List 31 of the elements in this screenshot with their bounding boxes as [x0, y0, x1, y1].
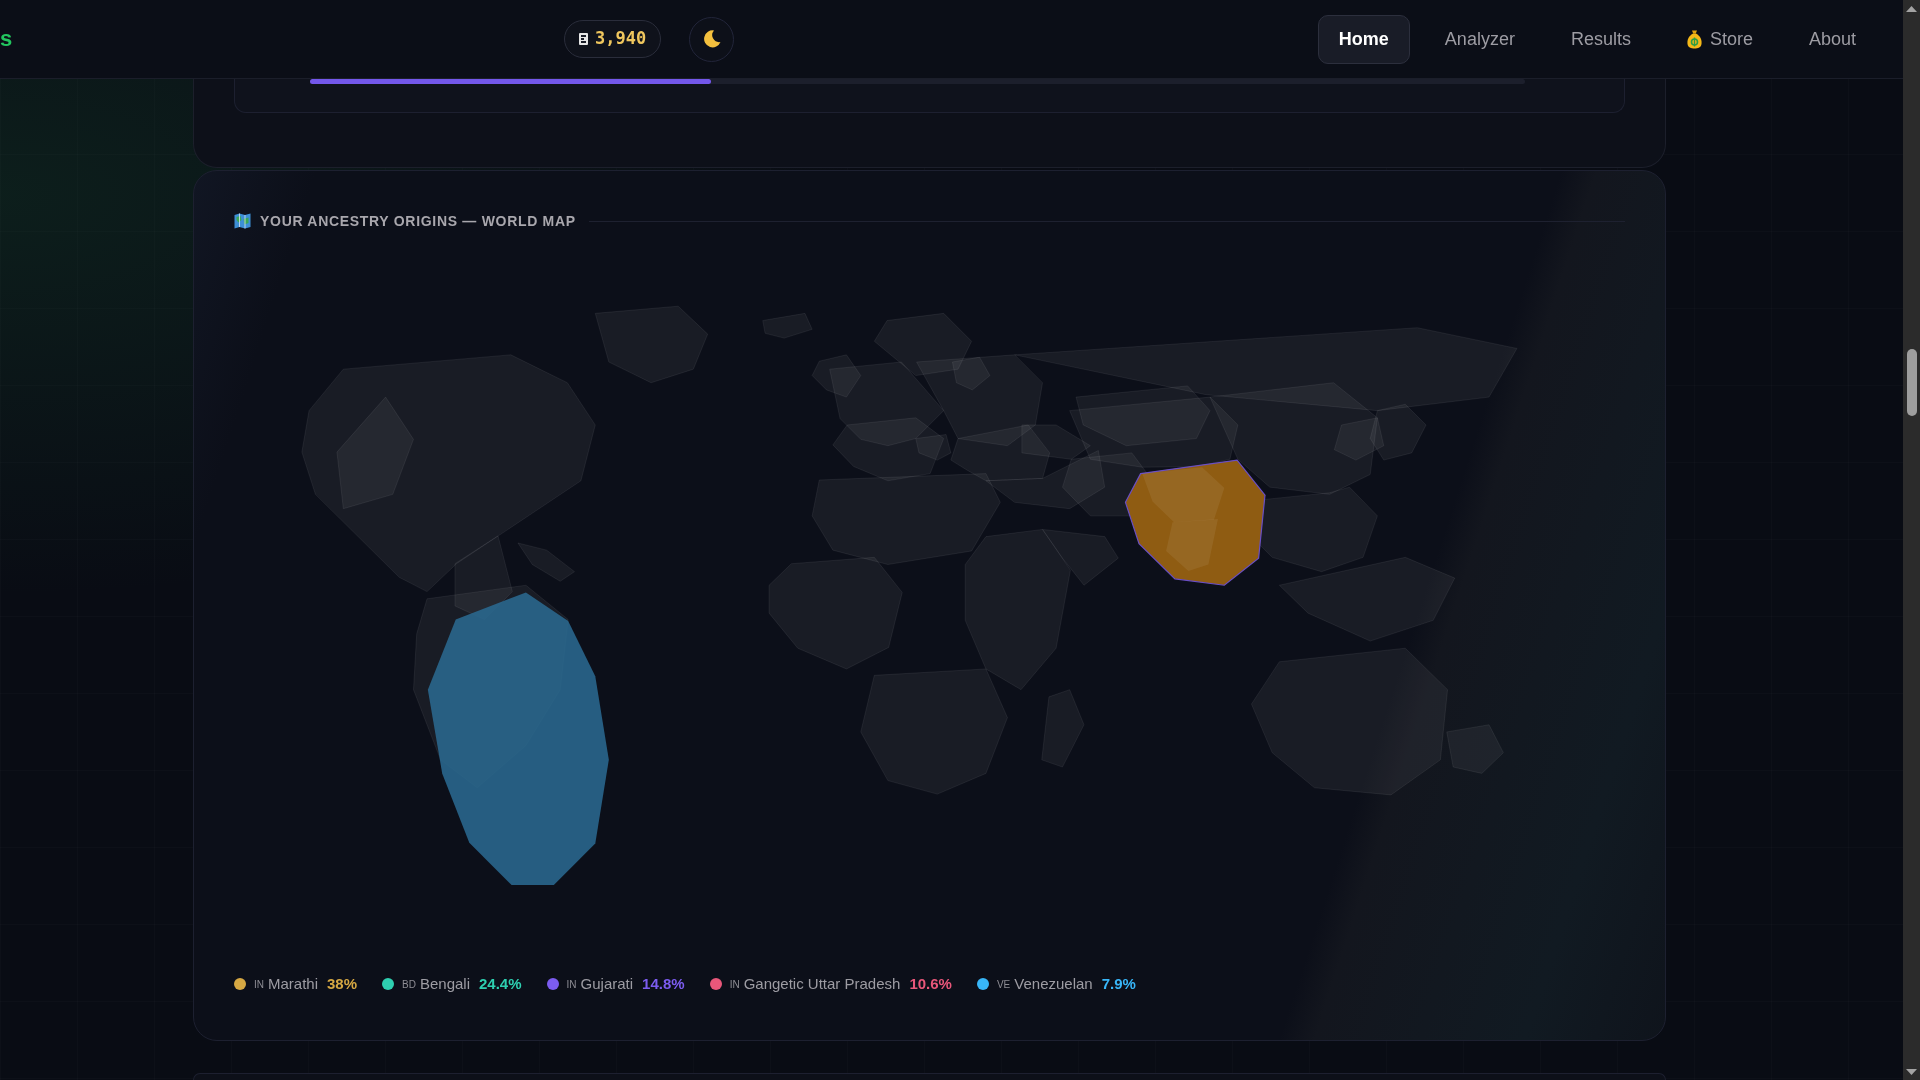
- nav-tab[interactable]: Analyzer: [1423, 14, 1536, 64]
- box-icon: [579, 33, 588, 45]
- section-title: YOUR ANCESTRY ORIGINS — WORLD MAP: [260, 211, 576, 231]
- scrollbar-thumb[interactable]: [1906, 349, 1917, 416]
- arrow-down-icon[interactable]: [1906, 1068, 1917, 1075]
- region-code: IN: [729, 977, 740, 992]
- scrollbar-track[interactable]: [1903, 0, 1920, 1080]
- legend-percent: 14.8%: [642, 973, 685, 994]
- nav-tab[interactable]: About: [1787, 14, 1877, 64]
- nav-tab[interactable]: Results: [1549, 14, 1652, 64]
- nav-tab[interactable]: Home: [1317, 14, 1410, 64]
- region-code: IN: [254, 977, 264, 992]
- legend-label: Marathi: [268, 973, 319, 994]
- nav-tab[interactable]: Store: [1665, 14, 1774, 64]
- logo-text[interactable]: s: [0, 28, 12, 50]
- legend-label: Venezuelan: [1014, 973, 1093, 994]
- region-code: VE: [996, 977, 1011, 992]
- moon-icon: [702, 30, 721, 48]
- legend-percent: 10.6%: [909, 973, 952, 994]
- legend-label: Gujarati: [580, 973, 634, 994]
- money-bag-icon: [1686, 29, 1702, 49]
- coin-balance: 3,940: [564, 20, 662, 58]
- region-code: BD: [402, 977, 416, 992]
- region-code: IN: [566, 977, 577, 992]
- map-icon: [234, 213, 251, 229]
- legend-label: Gangetic Uttar Pradesh: [743, 973, 901, 994]
- legend-percent: 7.9%: [1101, 973, 1136, 994]
- legend-label: Bengali: [419, 973, 470, 994]
- arrow-up-icon[interactable]: [1906, 5, 1917, 12]
- legend-percent: 24.4%: [479, 973, 522, 994]
- legend-percent: 38%: [327, 973, 358, 994]
